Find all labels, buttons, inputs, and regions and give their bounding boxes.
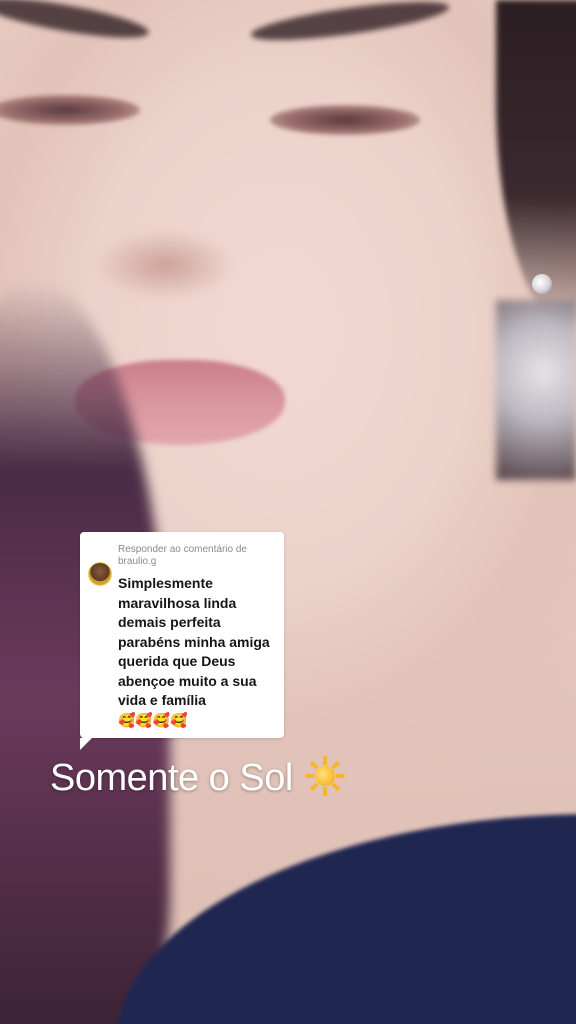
sun-icon <box>304 756 345 796</box>
earring <box>532 274 552 294</box>
eye-left <box>0 95 140 125</box>
eyebrow-right <box>249 0 451 48</box>
caption-text: Somente o Sol <box>50 757 293 799</box>
avatar[interactable] <box>88 562 112 586</box>
reply-comment-emojis: 🥰🥰🥰🥰 <box>118 711 188 728</box>
video-caption: Somente o Sol <box>50 756 345 800</box>
reply-comment-body: Simplesmente maravilhosa linda demais pe… <box>118 575 270 708</box>
reply-comment-text: Simplesmente maravilhosa linda demais pe… <box>118 574 278 730</box>
eye-right <box>270 105 420 135</box>
nose <box>95 230 235 300</box>
background-sky <box>496 300 576 480</box>
comment-reply-sticker[interactable]: Responder ao comentário de braulio.g Sim… <box>80 532 284 750</box>
eyebrow-left <box>0 0 151 46</box>
video-background[interactable] <box>0 0 576 1024</box>
reply-header: Responder ao comentário de braulio.g <box>118 544 247 567</box>
shirt <box>116 814 576 1024</box>
